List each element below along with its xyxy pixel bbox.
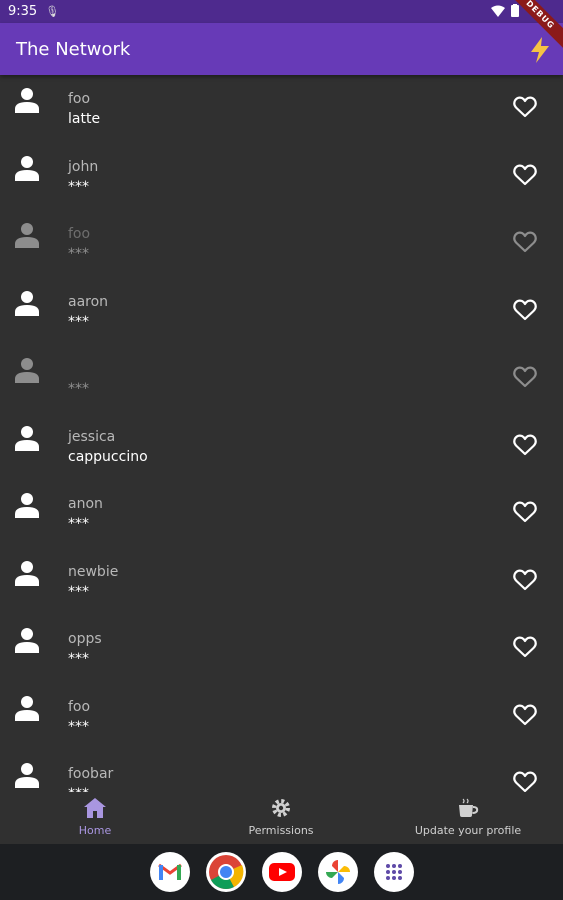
contact-row[interactable]: anon *** <box>0 480 563 548</box>
contact-drink: *** <box>68 718 89 735</box>
contact-name: newbie <box>68 563 119 580</box>
favorite-heart-icon[interactable] <box>513 298 537 321</box>
contact-drink: cappuccino <box>68 448 148 465</box>
contact-name: john <box>68 158 99 175</box>
chrome-icon[interactable] <box>206 852 246 892</box>
home-icon <box>84 798 106 818</box>
contact-row[interactable]: foo latte <box>0 75 563 143</box>
app-title: The Network <box>16 38 131 60</box>
system-dock <box>0 844 563 900</box>
battery-icon <box>511 4 519 17</box>
gmail-icon[interactable] <box>150 852 190 892</box>
person-icon <box>15 223 39 248</box>
contact-name: foo <box>68 698 91 715</box>
contact-drink: *** <box>68 583 89 600</box>
contact-row[interactable]: john *** <box>0 143 563 211</box>
contact-name: foobar <box>68 766 114 782</box>
youtube-icon[interactable] <box>262 852 302 892</box>
gear-icon <box>272 799 290 817</box>
coffee-icon <box>459 798 479 817</box>
app-bar: The Network <box>0 23 563 75</box>
nav-permissions[interactable]: Permissions <box>236 798 326 837</box>
contact-drink: *** <box>68 651 89 667</box>
contact-name: opps <box>68 631 102 647</box>
favorite-heart-icon[interactable] <box>513 501 537 523</box>
favorite-heart-icon[interactable] <box>513 771 537 792</box>
contact-drink: *** <box>68 381 89 397</box>
person-icon <box>15 695 39 721</box>
contact-name: aaron <box>68 293 109 310</box>
favorite-heart-icon[interactable] <box>513 433 537 456</box>
contact-name: anon <box>68 496 103 512</box>
contact-name: jessica <box>68 428 116 445</box>
nav-update-profile[interactable]: Update your profile <box>413 798 523 837</box>
contact-row[interactable]: foobar*** <box>0 750 563 792</box>
contact-row[interactable]: opps *** <box>0 615 563 683</box>
status-time: 9:35 <box>8 4 38 19</box>
contact-name: foo <box>68 226 91 242</box>
status-bar: 9:35 🎙︎ <box>0 0 563 23</box>
app-drawer-icon[interactable] <box>374 852 414 892</box>
photos-icon[interactable] <box>318 852 358 892</box>
mic-icon: 🎙︎ <box>45 5 60 18</box>
contact-list[interactable]: foo latte john *** foo *** aaron *** *** jessica c… <box>0 75 563 792</box>
person-icon <box>15 560 39 586</box>
contact-row[interactable]: foo *** <box>0 210 563 278</box>
person-icon <box>15 763 39 788</box>
favorite-heart-icon[interactable] <box>513 568 537 591</box>
nav-home[interactable]: Home <box>60 798 130 837</box>
contact-row[interactable]: aaron *** <box>0 278 563 346</box>
nav-home-label: Home <box>78 824 112 837</box>
contact-drink: *** <box>68 178 89 195</box>
contact-name: foo <box>68 91 91 107</box>
favorite-heart-icon[interactable] <box>513 231 537 253</box>
contact-drink: *** <box>68 313 89 330</box>
favorite-heart-icon[interactable] <box>513 636 537 658</box>
favorite-heart-icon[interactable] <box>513 163 537 186</box>
favorite-heart-icon[interactable] <box>513 96 537 118</box>
contact-drink: *** <box>68 516 89 532</box>
contact-row[interactable]: newbie *** <box>0 548 563 616</box>
contact-drink: latte <box>68 111 101 127</box>
contact-drink: *** <box>68 246 89 262</box>
lightning-icon[interactable] <box>529 37 551 63</box>
person-icon <box>15 425 39 451</box>
wifi-icon <box>491 5 505 17</box>
favorite-heart-icon[interactable] <box>513 366 537 388</box>
nav-update-profile-label: Update your profile <box>414 824 522 837</box>
person-icon <box>15 290 39 316</box>
contact-row[interactable]: jessica cappuccino <box>0 413 563 481</box>
favorite-heart-icon[interactable] <box>513 703 537 726</box>
nav-permissions-label: Permissions <box>248 824 314 837</box>
person-icon <box>15 628 39 653</box>
person-icon <box>15 155 39 181</box>
contact-row[interactable]: *** <box>0 345 563 413</box>
person-icon <box>15 358 39 383</box>
person-icon <box>15 493 39 518</box>
person-icon <box>15 88 39 113</box>
bottom-nav: Home Permissions Update your profile <box>0 792 563 844</box>
contact-row[interactable]: foo *** <box>0 683 563 751</box>
